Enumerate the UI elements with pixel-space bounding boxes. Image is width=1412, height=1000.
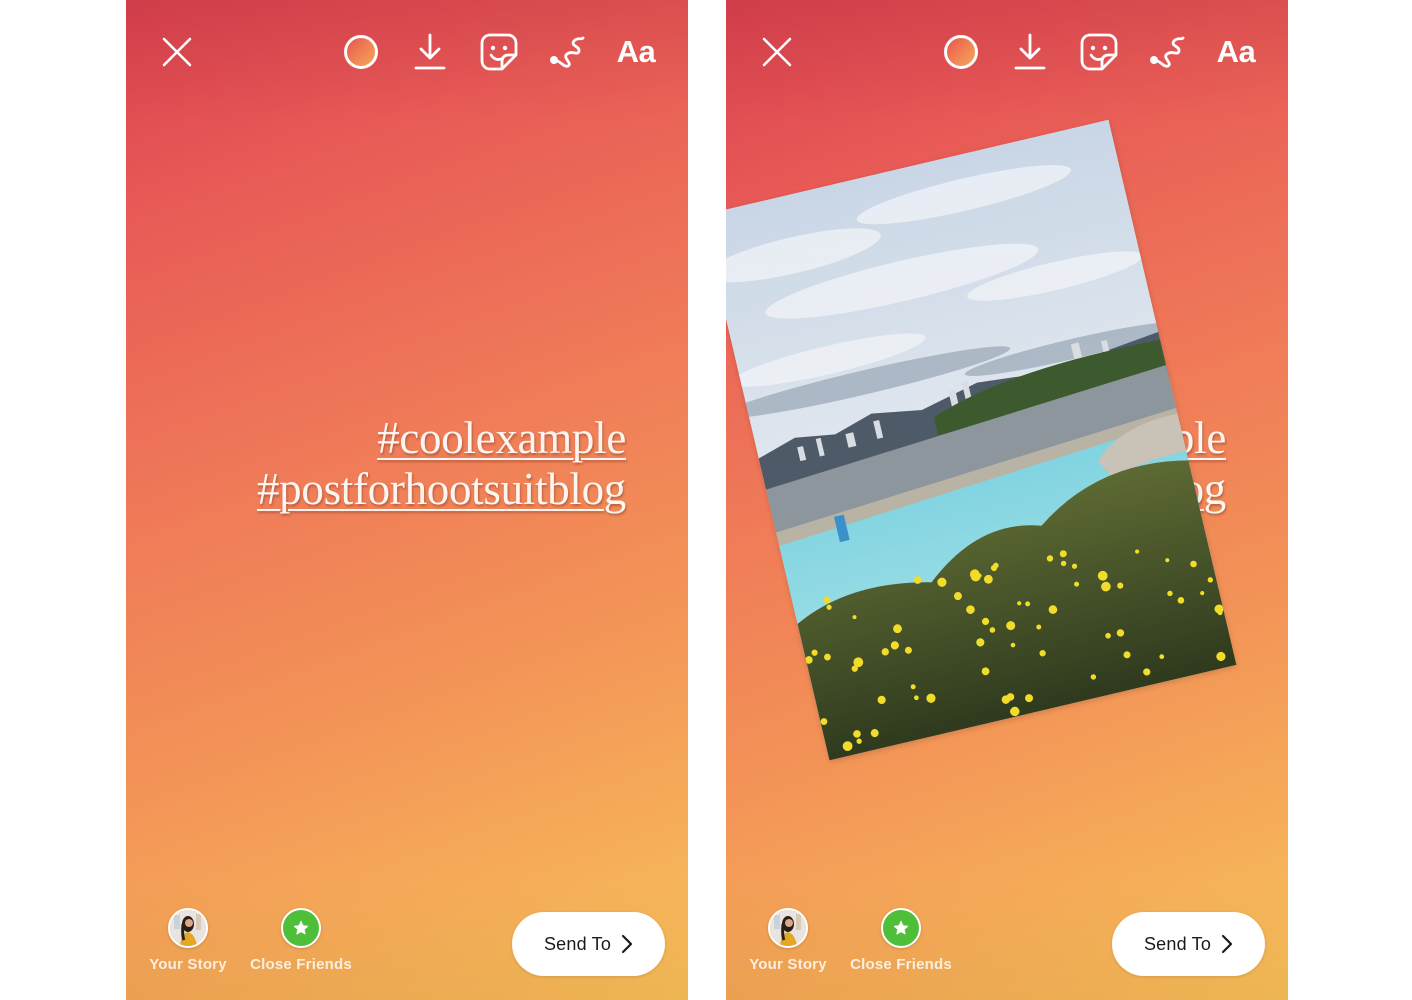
your-story-label: Your Story bbox=[149, 956, 227, 973]
sticker-face-icon bbox=[480, 33, 518, 71]
hashtag-line: #postforhootsuitblog bbox=[256, 464, 626, 514]
editor-toolbar: Aa bbox=[726, 28, 1288, 76]
send-to-button[interactable]: Send To bbox=[512, 912, 665, 976]
close-friends-label: Close Friends bbox=[850, 956, 952, 973]
hashtag-caption[interactable]: #coolexample #postforhootsuitblog bbox=[257, 413, 626, 515]
star-icon bbox=[893, 920, 909, 935]
close-button[interactable] bbox=[153, 28, 201, 76]
download-icon bbox=[414, 33, 446, 70]
your-story-button[interactable]: Your Story bbox=[733, 908, 843, 973]
pool-landscape-photo bbox=[726, 119, 1237, 761]
chevron-right-icon bbox=[621, 934, 633, 954]
color-picker-circle-icon bbox=[944, 35, 978, 69]
draw-squiggle-icon bbox=[550, 36, 585, 68]
share-bar: Your Story Close Friends Send To bbox=[126, 890, 688, 1000]
close-x-icon bbox=[762, 37, 792, 67]
hashtag-line: #coolexample bbox=[377, 413, 626, 463]
your-story-label: Your Story bbox=[749, 956, 827, 973]
close-friends-label: Close Friends bbox=[250, 956, 352, 973]
close-button[interactable] bbox=[753, 28, 801, 76]
color-picker-button[interactable] bbox=[337, 28, 385, 76]
draw-squiggle-icon bbox=[1150, 36, 1185, 68]
close-x-icon bbox=[162, 37, 192, 67]
save-button[interactable] bbox=[1006, 28, 1054, 76]
share-bar: Your Story Close Friends Send To bbox=[726, 890, 1288, 1000]
sticker-button[interactable] bbox=[475, 28, 523, 76]
text-tool-button[interactable]: Aa bbox=[612, 28, 660, 76]
story-editor-screen-left: Aa #coolexample #postforhootsuitblog You… bbox=[126, 0, 688, 1000]
draw-button[interactable] bbox=[1144, 28, 1192, 76]
save-button[interactable] bbox=[406, 28, 454, 76]
profile-photo-icon bbox=[170, 910, 206, 946]
text-tool-label: Aa bbox=[616, 34, 656, 69]
close-friends-button[interactable]: Close Friends bbox=[246, 908, 356, 973]
profile-photo-icon bbox=[770, 910, 806, 946]
send-to-button[interactable]: Send To bbox=[1112, 912, 1265, 976]
send-to-label: Send To bbox=[1143, 933, 1212, 954]
close-friends-badge bbox=[281, 908, 321, 948]
draw-button[interactable] bbox=[544, 28, 592, 76]
close-friends-badge bbox=[881, 908, 921, 948]
star-icon bbox=[293, 920, 309, 935]
your-story-button[interactable]: Your Story bbox=[133, 908, 243, 973]
text-tool-label: Aa bbox=[1216, 34, 1256, 69]
avatar bbox=[768, 908, 808, 948]
sticker-button[interactable] bbox=[1075, 28, 1123, 76]
color-picker-circle-icon bbox=[344, 35, 378, 69]
story-editor-screen-right: Aa #coolexample #postforhootsuitblog bbox=[726, 0, 1288, 1000]
close-friends-button[interactable]: Close Friends bbox=[846, 908, 956, 973]
editor-toolbar: Aa bbox=[126, 28, 688, 76]
pasted-photo-sticker[interactable] bbox=[726, 119, 1237, 761]
download-icon bbox=[1014, 33, 1046, 70]
sticker-face-icon bbox=[1080, 33, 1118, 71]
chevron-right-icon bbox=[1221, 934, 1233, 954]
send-to-label: Send To bbox=[543, 933, 612, 954]
text-tool-button[interactable]: Aa bbox=[1212, 28, 1260, 76]
avatar bbox=[168, 908, 208, 948]
color-picker-button[interactable] bbox=[937, 28, 985, 76]
